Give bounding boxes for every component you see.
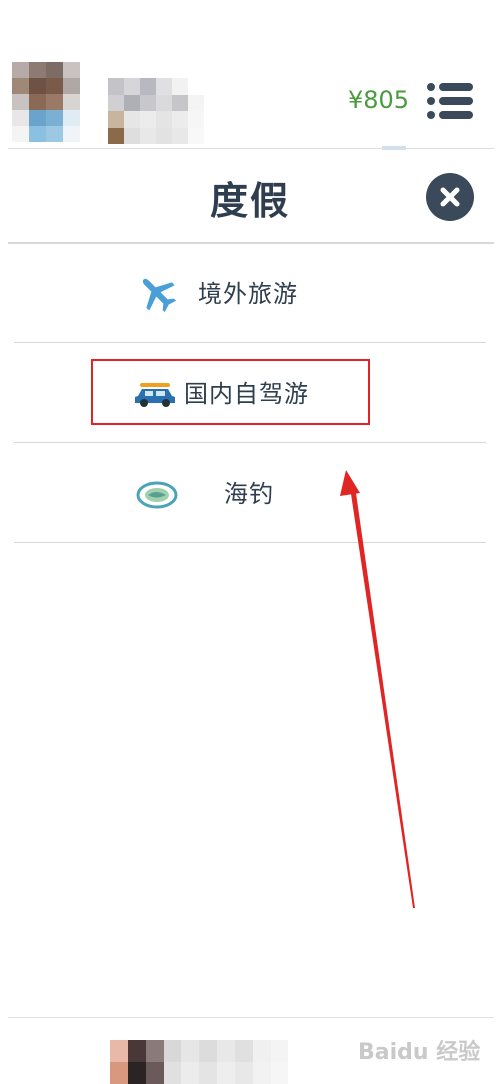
menu-divider [14, 342, 486, 343]
close-button[interactable] [426, 173, 474, 221]
close-x-icon [440, 187, 460, 207]
username-blurred [108, 78, 204, 144]
header-divider [8, 148, 494, 149]
footer-divider [8, 1017, 494, 1018]
avatar[interactable] [12, 62, 80, 142]
fishing-pond-icon [136, 481, 178, 509]
annotation-highlight-box [91, 359, 370, 425]
airplane-icon [142, 278, 177, 313]
header: ¥805 [0, 0, 500, 150]
watermark: Baidu 经验 [358, 1040, 481, 1065]
menu-divider [14, 442, 486, 443]
footer-content-blurred [110, 1040, 324, 1084]
menu-item-label: 境外旅游 [198, 280, 298, 308]
menu-item-sea-fishing[interactable]: 海钓 [14, 444, 486, 544]
popup-title: 度假 [209, 179, 290, 223]
balance-amount[interactable]: ¥805 [348, 86, 409, 114]
hamburger-list-icon[interactable] [426, 82, 474, 120]
menu-item-overseas-travel[interactable]: 境外旅游 [14, 244, 486, 344]
menu-item-label: 海钓 [224, 480, 274, 508]
menu-divider [14, 542, 486, 543]
